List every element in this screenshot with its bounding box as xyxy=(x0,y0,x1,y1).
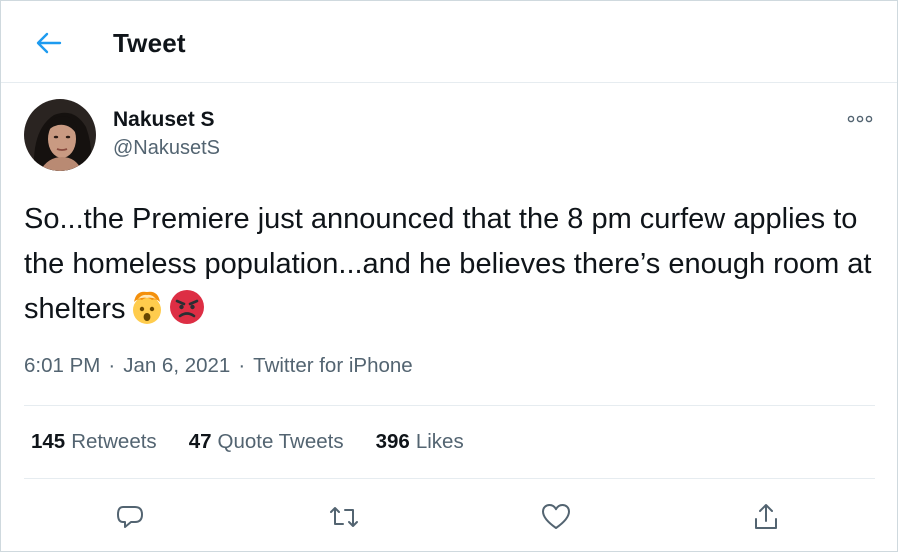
meta-separator: · xyxy=(108,354,116,377)
tweet-meta: 6:01 PM · Jan 6, 2021 · Twitter for iPho… xyxy=(24,354,413,378)
tweet-text: So...the Premiere just announced that th… xyxy=(24,197,874,332)
tweet-page: Tweet Nakuset S @NakusetS So...the Premi… xyxy=(0,0,898,552)
share-icon xyxy=(755,504,777,529)
retweet-icon xyxy=(330,507,358,527)
exploding-head-emoji xyxy=(132,291,161,324)
page-header: Tweet xyxy=(1,1,897,83)
quote-tweets-stat[interactable]: 47 Quote Tweets xyxy=(189,430,344,454)
retweets-stat[interactable]: 145 Retweets xyxy=(31,430,157,454)
author-name[interactable]: Nakuset S xyxy=(113,108,215,132)
more-options-button[interactable] xyxy=(845,109,875,129)
divider xyxy=(24,478,875,479)
retweet-button[interactable] xyxy=(327,501,361,533)
avatar[interactable] xyxy=(24,99,96,171)
divider xyxy=(24,405,875,406)
tweet-time[interactable]: 6:01 PM xyxy=(24,354,100,378)
engagement-stats: 145 Retweets 47 Quote Tweets 396 Likes xyxy=(31,430,496,454)
likes-count: 396 xyxy=(375,430,410,453)
quote-tweets-count: 47 xyxy=(188,430,212,453)
angry-face-emoji xyxy=(169,290,204,324)
more-icon xyxy=(847,115,873,123)
arrow-left-icon xyxy=(36,32,62,54)
reply-button[interactable] xyxy=(113,501,147,533)
retweets-label: Retweets xyxy=(71,430,157,453)
back-button[interactable] xyxy=(29,25,69,61)
profile-photo xyxy=(24,99,96,171)
like-button[interactable] xyxy=(539,501,573,533)
likes-stat[interactable]: 396 Likes xyxy=(376,430,464,454)
like-icon xyxy=(542,504,570,529)
retweets-count: 145 xyxy=(31,430,66,453)
share-button[interactable] xyxy=(749,501,783,533)
tweet-date[interactable]: Jan 6, 2021 xyxy=(123,354,230,378)
page-title: Tweet xyxy=(113,28,186,58)
author-handle[interactable]: @NakusetS xyxy=(113,137,220,160)
reply-icon xyxy=(117,506,143,528)
likes-label: Likes xyxy=(415,430,464,453)
quote-tweets-label: Quote Tweets xyxy=(217,430,344,453)
tweet-source[interactable]: Twitter for iPhone xyxy=(253,354,413,378)
meta-separator: · xyxy=(238,354,246,377)
